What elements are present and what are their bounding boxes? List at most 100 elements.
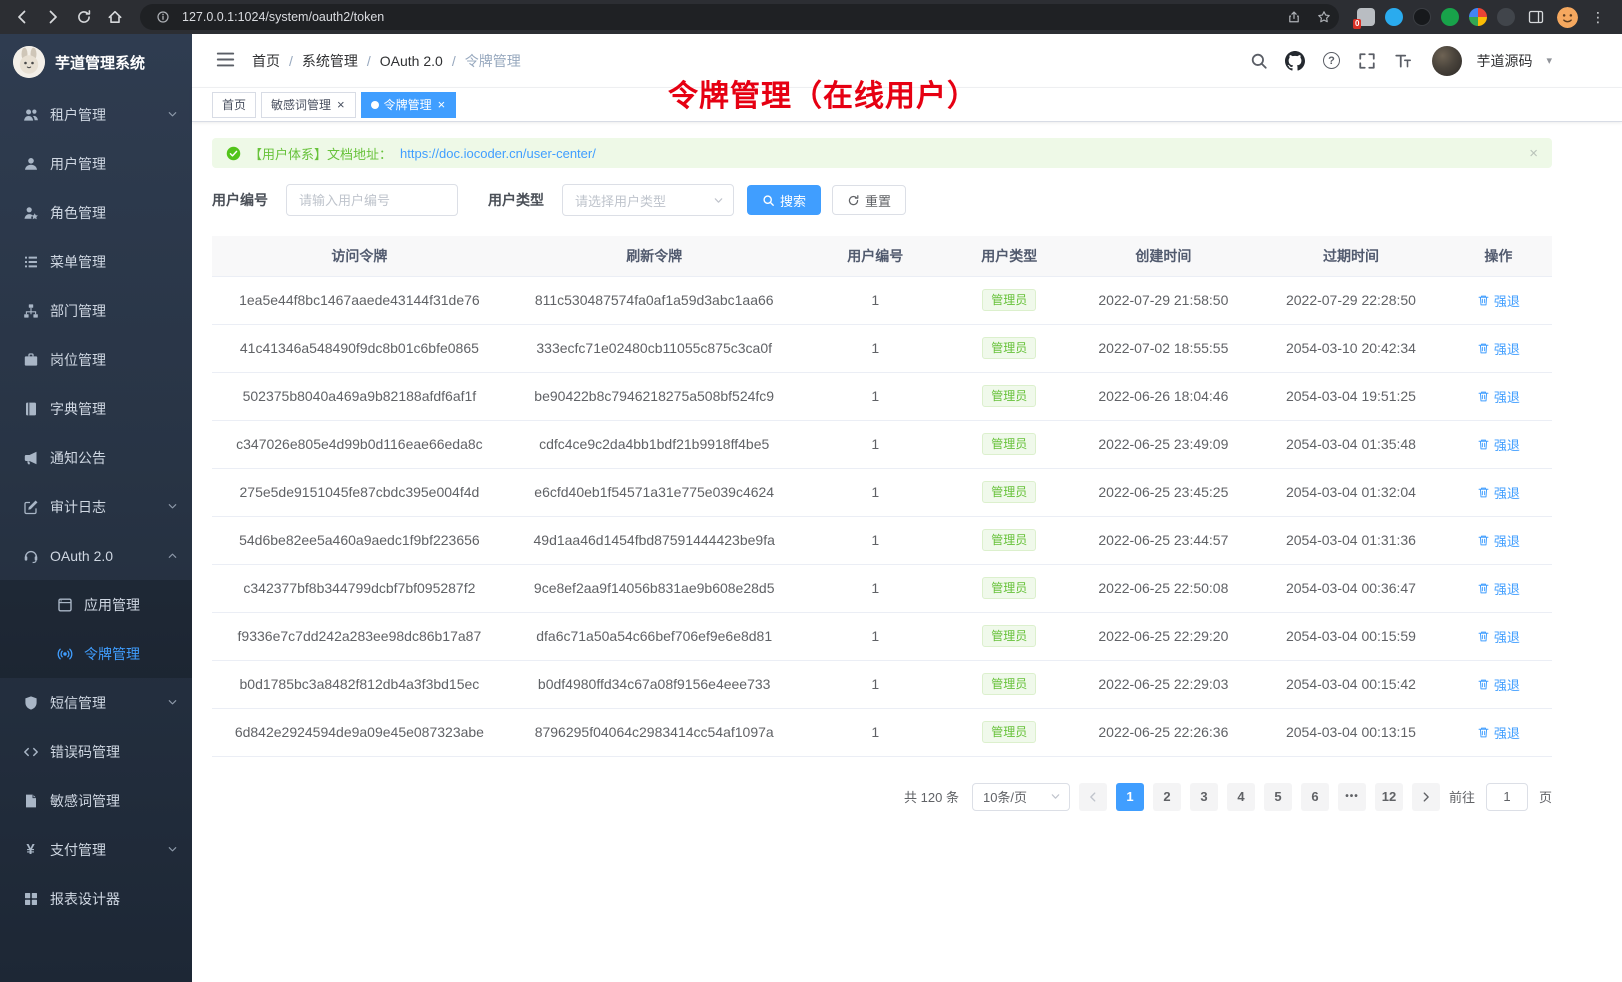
user-type-badge: 管理员 xyxy=(982,625,1036,647)
force-logout-button[interactable]: 强退 xyxy=(1477,579,1520,598)
page-button-1[interactable]: 1 xyxy=(1116,783,1144,811)
force-logout-button[interactable]: 强退 xyxy=(1477,483,1520,502)
doc-link[interactable]: https://doc.iocoder.cn/user-center/ xyxy=(400,146,596,161)
search-button[interactable]: 搜索 xyxy=(747,185,821,215)
close-icon[interactable]: × xyxy=(437,98,447,111)
user-avatar[interactable] xyxy=(1432,46,1462,76)
sidebar-item-dept[interactable]: 部门管理 xyxy=(0,286,192,335)
page-button-6[interactable]: 6 xyxy=(1301,783,1329,811)
force-logout-button[interactable]: 强退 xyxy=(1477,387,1520,406)
reset-button[interactable]: 重置 xyxy=(832,185,906,215)
extension-icon-blue[interactable] xyxy=(1385,8,1403,26)
browser-refresh-button[interactable] xyxy=(70,4,97,31)
page-size-select[interactable]: 10条/页 xyxy=(972,783,1070,811)
action-cell: 强退 xyxy=(1445,612,1552,660)
edit-log-icon xyxy=(22,499,39,515)
search-icon[interactable] xyxy=(1248,50,1270,72)
page-button-2[interactable]: 2 xyxy=(1153,783,1181,811)
browser-forward-button[interactable] xyxy=(39,4,66,31)
refresh-token-cell: 8796295f04064c2983414cc54af1097a xyxy=(507,708,802,756)
force-logout-button[interactable]: 强退 xyxy=(1477,291,1520,310)
goto-page-input[interactable] xyxy=(1486,783,1528,811)
sidebar-item-sensitive-word[interactable]: 敏感词管理 xyxy=(0,776,192,825)
breadcrumb-system[interactable]: 系统管理 xyxy=(302,51,358,71)
browser-profile-avatar[interactable] xyxy=(1557,7,1578,28)
extension-icon-adblock[interactable]: 0 xyxy=(1357,8,1375,26)
app-logo[interactable]: 芋道管理系统 xyxy=(0,34,192,90)
tab-token[interactable]: 令牌管理 × xyxy=(361,92,457,118)
sidebar-item-dict[interactable]: 字典管理 xyxy=(0,384,192,433)
sidebar-item-role[interactable]: 角色管理 xyxy=(0,188,192,237)
table-row: 1ea5e44f8bc1467aaede43144f31de76 811c530… xyxy=(212,276,1552,324)
page-button-5[interactable]: 5 xyxy=(1264,783,1292,811)
breadcrumb-oauth[interactable]: OAuth 2.0 xyxy=(380,53,443,69)
table-row: 502375b8040a469a9b82188afdf6af1f be90422… xyxy=(212,372,1552,420)
next-page-button[interactable] xyxy=(1412,783,1440,811)
extension-icon-gray[interactable] xyxy=(1497,8,1515,26)
help-icon[interactable]: ? xyxy=(1320,50,1342,72)
page-ellipsis-button[interactable]: ••• xyxy=(1338,783,1366,811)
force-logout-button[interactable]: 强退 xyxy=(1477,627,1520,646)
sidebar-item-post[interactable]: 岗位管理 xyxy=(0,335,192,384)
sidebar-item-error-code[interactable]: 错误码管理 xyxy=(0,727,192,776)
sidebar-item-user[interactable]: 用户管理 xyxy=(0,139,192,188)
page-button-3[interactable]: 3 xyxy=(1190,783,1218,811)
share-icon[interactable] xyxy=(1283,6,1305,28)
force-logout-button[interactable]: 强退 xyxy=(1477,723,1520,742)
sidebar-item-notice[interactable]: 通知公告 xyxy=(0,433,192,482)
alert-close-icon[interactable]: × xyxy=(1529,145,1538,162)
page-button-12[interactable]: 12 xyxy=(1375,783,1403,811)
browser-menu-icon[interactable]: ⋮ xyxy=(1588,9,1608,26)
sidebar-toggle-icon[interactable] xyxy=(216,50,238,72)
user-id-input[interactable] xyxy=(286,184,458,216)
breadcrumb-home[interactable]: 首页 xyxy=(252,51,280,71)
sidebar-item-report-designer[interactable]: 报表设计器 xyxy=(0,874,192,923)
prev-page-button[interactable] xyxy=(1079,783,1107,811)
trash-icon xyxy=(1477,342,1490,355)
broadcast-icon xyxy=(56,646,73,662)
extension-icon-dark[interactable] xyxy=(1413,8,1431,26)
sidebar-item-oauth-app[interactable]: 应用管理 xyxy=(0,580,192,629)
side-panel-icon[interactable] xyxy=(1525,6,1547,28)
sidebar-item-sms[interactable]: 短信管理 xyxy=(0,678,192,727)
user-id-cell: 1 xyxy=(802,324,949,372)
browser-back-button[interactable] xyxy=(8,4,35,31)
sidebar-item-payment[interactable]: ¥ 支付管理 xyxy=(0,825,192,874)
force-logout-button[interactable]: 强退 xyxy=(1477,531,1520,550)
access-token-cell: 275e5de9151045fe87cbdc395e004f4d xyxy=(212,468,507,516)
expire-time-cell: 2054-03-10 20:42:34 xyxy=(1257,324,1445,372)
caret-down-icon[interactable]: ▾ xyxy=(1546,54,1552,67)
fullscreen-icon[interactable] xyxy=(1356,50,1378,72)
github-icon[interactable] xyxy=(1284,50,1306,72)
refresh-token-cell: 49d1aa46d1454fbd87591444423be9fa xyxy=(507,516,802,564)
extension-icon-colorwheel[interactable] xyxy=(1469,8,1487,26)
browser-home-button[interactable] xyxy=(101,4,128,31)
extension-icon-green[interactable] xyxy=(1441,8,1459,26)
sidebar: 芋道管理系统 租户管理 用户管理 角色管理 菜单管理 部门管理 xyxy=(0,34,192,982)
force-logout-button[interactable]: 强退 xyxy=(1477,675,1520,694)
table-header-row: 访问令牌 刷新令牌 用户编号 用户类型 创建时间 过期时间 操作 xyxy=(212,236,1552,276)
table-row: 6d842e2924594de9a09e45e087323abe 8796295… xyxy=(212,708,1552,756)
sidebar-item-tenant[interactable]: 租户管理 xyxy=(0,90,192,139)
user-type-select[interactable]: 请选择用户类型 xyxy=(562,184,734,216)
force-logout-button[interactable]: 强退 xyxy=(1477,435,1520,454)
expire-time-cell: 2054-03-04 00:36:47 xyxy=(1257,564,1445,612)
site-info-icon[interactable] xyxy=(152,6,174,28)
sidebar-item-menu[interactable]: 菜单管理 xyxy=(0,237,192,286)
users-icon xyxy=(22,107,39,123)
search-icon xyxy=(762,194,775,207)
font-size-icon[interactable] xyxy=(1392,50,1414,72)
page-button-4[interactable]: 4 xyxy=(1227,783,1255,811)
tab-home[interactable]: 首页 xyxy=(212,92,256,118)
sidebar-item-oauth[interactable]: OAuth 2.0 xyxy=(0,531,192,580)
bookmark-star-icon[interactable] xyxy=(1313,6,1335,28)
close-icon[interactable]: × xyxy=(336,98,346,111)
username[interactable]: 芋道源码 xyxy=(1476,51,1532,71)
tab-sensitive-word[interactable]: 敏感词管理 × xyxy=(261,92,356,118)
sidebar-item-oauth-token[interactable]: 令牌管理 xyxy=(0,629,192,678)
col-access-token: 访问令牌 xyxy=(212,236,507,276)
force-logout-button[interactable]: 强退 xyxy=(1477,339,1520,358)
sidebar-item-audit-log[interactable]: 审计日志 xyxy=(0,482,192,531)
token-table: 访问令牌 刷新令牌 用户编号 用户类型 创建时间 过期时间 操作 1ea5e44… xyxy=(212,236,1552,757)
browser-address-bar[interactable]: 127.0.0.1:1024/system/oauth2/token xyxy=(140,4,1339,30)
